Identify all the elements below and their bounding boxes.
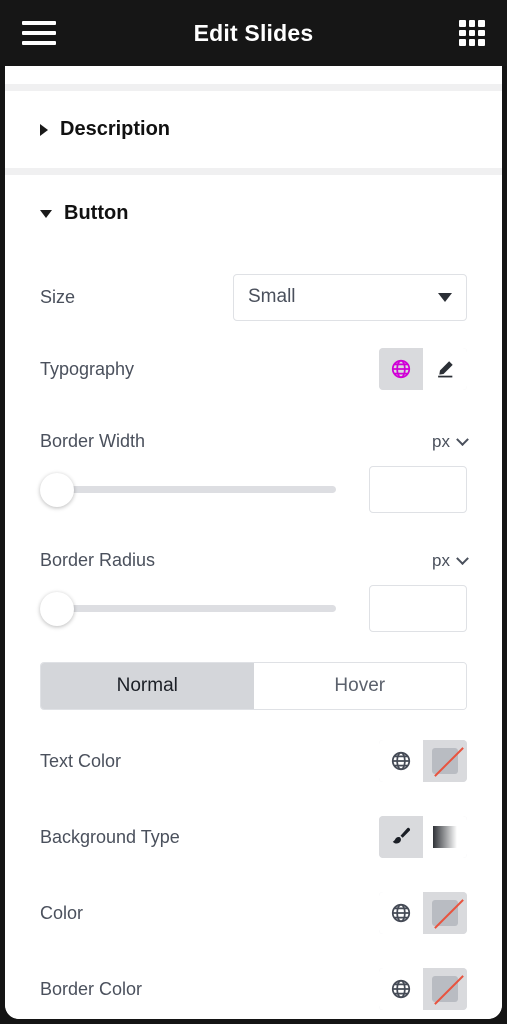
chevron-down-icon	[456, 432, 469, 446]
color-swatch-empty-icon	[432, 748, 458, 774]
border-width-slider[interactable]	[40, 472, 353, 507]
label-background-type: Background Type	[40, 826, 180, 847]
grid-cell	[478, 39, 485, 46]
label-border-color: Border Color	[40, 978, 143, 999]
label-border-width: Border Width	[40, 431, 146, 451]
background-type-classic-button[interactable]	[379, 816, 423, 858]
grid-cell	[478, 20, 485, 27]
app-bar: Edit Slides	[0, 0, 507, 66]
gradient-icon	[433, 826, 457, 848]
grid-apps-icon[interactable]	[459, 20, 485, 46]
color-controls	[379, 892, 467, 934]
section-header-button[interactable]: Button	[5, 175, 502, 252]
globe-icon	[391, 903, 411, 923]
typography-global-button[interactable]	[379, 348, 423, 390]
settings-panel-viewport: Description Button Size Small Typography…	[5, 66, 502, 1019]
grid-cell	[459, 20, 466, 27]
typography-edit-button[interactable]	[423, 348, 467, 390]
chevron-down-icon	[456, 551, 469, 565]
grid-cell	[459, 39, 466, 46]
border-color-global-button[interactable]	[379, 968, 423, 1010]
tab-hover[interactable]: Hover	[253, 663, 466, 709]
text-color-swatch-button[interactable]	[423, 740, 467, 782]
slider-thumb[interactable]	[40, 591, 74, 626]
background-type-controls	[379, 816, 467, 858]
grid-cell	[468, 39, 476, 46]
control-row-background-type: Background Type	[40, 812, 467, 862]
text-color-controls	[379, 740, 467, 782]
color-swatch-button[interactable]	[423, 892, 467, 934]
size-select[interactable]: Small	[233, 273, 467, 321]
size-select-value: Small	[248, 286, 296, 307]
section-title-button: Button	[64, 202, 129, 224]
chevron-right-icon	[40, 123, 48, 136]
section-divider	[5, 168, 502, 175]
control-row-border-color: Border Color	[40, 964, 467, 1014]
control-row-border-radius: Border Radius px	[40, 541, 469, 571]
pencil-icon	[438, 361, 453, 378]
grid-cell	[459, 29, 466, 37]
border-radius-slider[interactable]	[40, 591, 353, 626]
control-row-color: Color	[40, 888, 467, 938]
paint-brush-icon	[392, 827, 411, 844]
label-color: Color	[40, 902, 84, 923]
section-header-description[interactable]: Description	[5, 91, 502, 168]
border-radius-unit-value: px	[432, 551, 450, 570]
tab-normal[interactable]: Normal	[41, 663, 254, 709]
label-text-color: Text Color	[40, 750, 122, 771]
slider-thumb[interactable]	[40, 472, 74, 507]
border-color-controls	[379, 968, 467, 1010]
settings-panel: Description Button Size Small Typography…	[5, 66, 502, 1019]
hamburger-menu-icon[interactable]	[22, 21, 56, 45]
panel-top-spacer	[5, 66, 502, 84]
control-row-border-width: Border Width px	[40, 422, 469, 452]
color-swatch-empty-icon	[432, 900, 458, 926]
button-controls: Size Small Typography Border Width px Bo…	[5, 272, 502, 1014]
control-row-size: Size Small	[40, 272, 467, 322]
label-typography: Typography	[40, 358, 135, 379]
background-type-gradient-button[interactable]	[423, 816, 467, 858]
slider-track	[52, 605, 336, 612]
label-size: Size	[40, 286, 76, 307]
control-row-typography: Typography	[40, 344, 467, 394]
border-radius-slider-row	[40, 585, 467, 632]
grid-cell	[468, 20, 476, 27]
grid-cell	[478, 29, 485, 37]
border-radius-unit-select[interactable]: px	[432, 551, 469, 571]
control-row-text-color: Text Color	[40, 736, 467, 786]
color-global-button[interactable]	[379, 892, 423, 934]
device-screen: Edit Slides Description Button Size Smal…	[0, 0, 507, 1024]
color-swatch-empty-icon	[432, 976, 458, 1002]
border-width-input[interactable]	[369, 466, 467, 513]
hamburger-line	[22, 21, 56, 25]
border-color-swatch-button[interactable]	[423, 968, 467, 1010]
border-width-slider-row	[40, 466, 467, 513]
panel-bottom-spacer	[5, 1014, 502, 1019]
label-border-radius: Border Radius	[40, 550, 156, 570]
border-width-unit-select[interactable]: px	[432, 432, 469, 452]
section-title-description: Description	[60, 118, 171, 140]
slider-track	[52, 486, 336, 493]
typography-buttons	[379, 348, 467, 390]
hamburger-line	[22, 31, 56, 35]
chevron-down-icon	[40, 209, 52, 218]
border-radius-input[interactable]	[369, 585, 467, 632]
grid-cell	[468, 29, 476, 37]
page-title: Edit Slides	[193, 19, 314, 46]
border-width-unit-value: px	[432, 432, 450, 451]
globe-icon	[391, 359, 411, 379]
hamburger-line	[22, 41, 56, 45]
globe-icon	[391, 979, 411, 999]
chevron-down-icon	[438, 292, 452, 302]
text-color-global-button[interactable]	[379, 740, 423, 782]
section-divider	[5, 84, 502, 91]
globe-icon	[391, 751, 411, 771]
state-tabs: Normal Hover	[40, 662, 467, 710]
